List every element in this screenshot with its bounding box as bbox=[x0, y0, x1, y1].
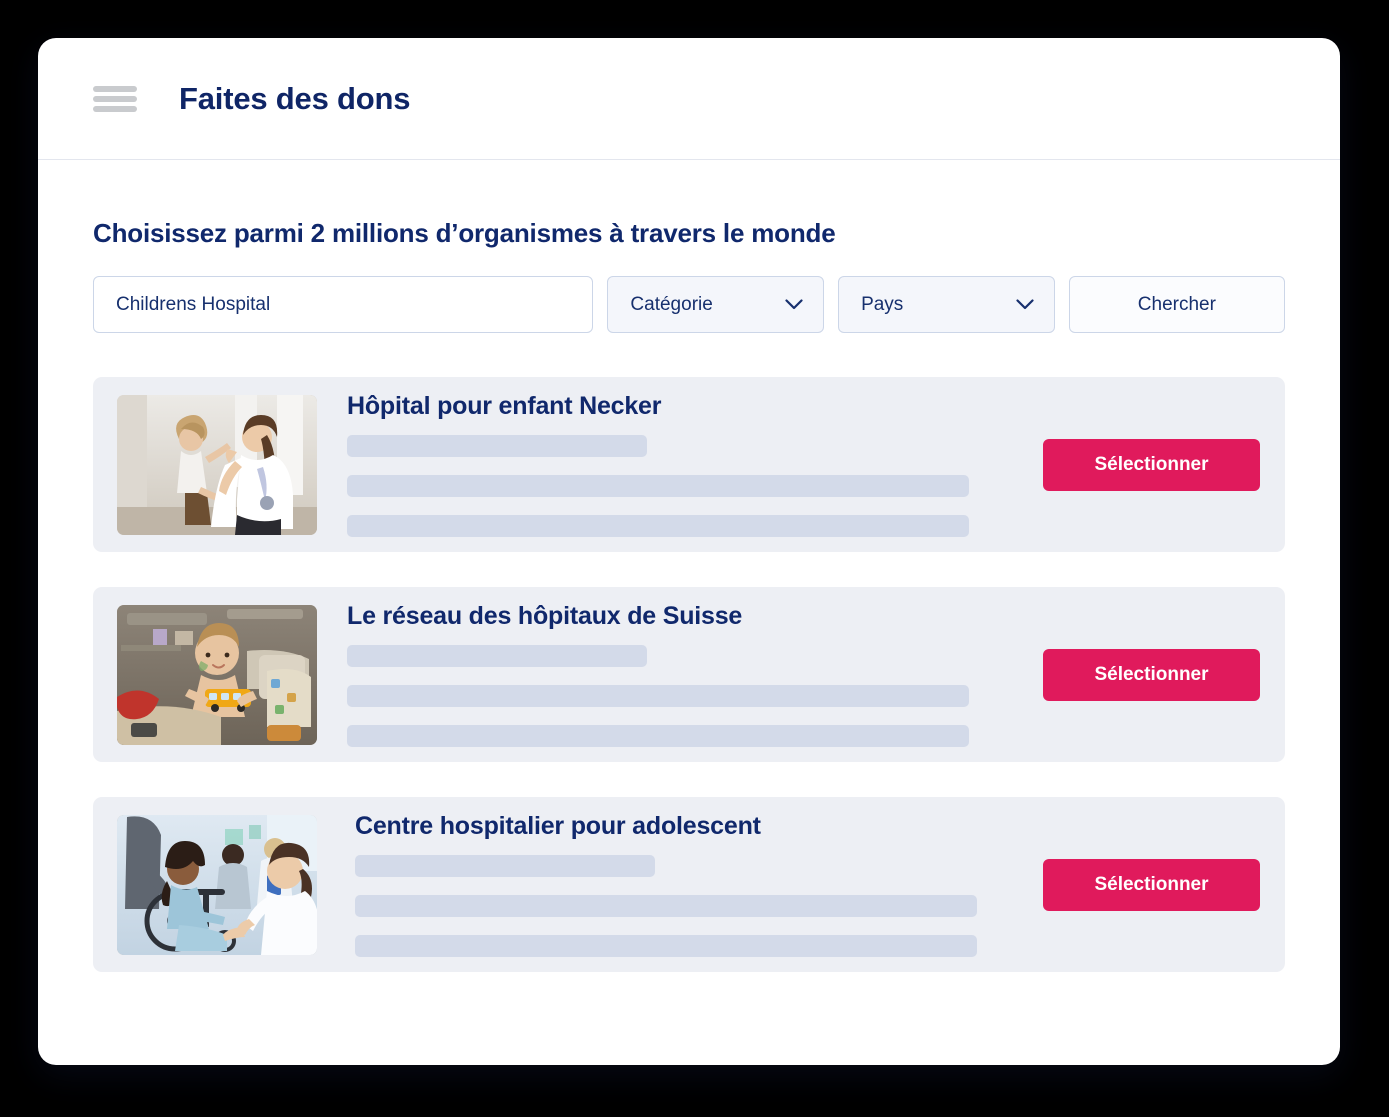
organization-name: Centre hospitalier pour adolescent bbox=[355, 812, 761, 840]
organization-thumbnail bbox=[117, 394, 317, 535]
select-button[interactable]: Sélectionner bbox=[1043, 438, 1260, 491]
chevron-down-icon bbox=[785, 299, 803, 310]
page-content: Choisissez parmi 2 millions d’organismes… bbox=[38, 160, 1340, 1004]
result-card[interactable]: Le réseau des hôpitaux de Suisse Sélecti… bbox=[93, 587, 1285, 762]
placeholder-bar bbox=[347, 475, 969, 497]
search-filter-row: Catégorie Pays Chercher bbox=[93, 276, 1286, 333]
country-dropdown[interactable]: Pays bbox=[838, 276, 1055, 333]
result-card[interactable]: Hôpital pour enfant Necker Sélectionner bbox=[93, 377, 1285, 552]
result-details: Le réseau des hôpitaux de Suisse bbox=[347, 602, 1043, 747]
placeholder-bar bbox=[355, 935, 977, 957]
placeholder-bar bbox=[347, 725, 969, 747]
app-window: Faites des dons Choisissez parmi 2 milli… bbox=[38, 38, 1340, 1065]
organization-name: Le réseau des hôpitaux de Suisse bbox=[347, 602, 743, 630]
hamburger-bar bbox=[93, 85, 137, 92]
category-dropdown-label: Catégorie bbox=[630, 293, 713, 315]
organization-thumbnail bbox=[117, 604, 317, 745]
organization-name: Hôpital pour enfant Necker bbox=[347, 392, 662, 420]
select-button[interactable]: Sélectionner bbox=[1043, 858, 1260, 911]
placeholder-bar bbox=[347, 645, 647, 667]
placeholder-bar bbox=[355, 895, 977, 917]
hamburger-bar bbox=[93, 105, 137, 112]
search-submit-button[interactable]: Chercher bbox=[1068, 276, 1286, 333]
placeholder-bar bbox=[347, 515, 969, 537]
section-heading: Choisissez parmi 2 millions d’organismes… bbox=[93, 218, 836, 248]
select-button[interactable]: Sélectionner bbox=[1043, 648, 1260, 701]
category-dropdown[interactable]: Catégorie bbox=[607, 276, 825, 333]
country-dropdown-label: Pays bbox=[861, 293, 904, 315]
result-details: Centre hospitalier pour adolescent bbox=[355, 812, 1043, 957]
results-list: Hôpital pour enfant Necker Sélectionner bbox=[93, 377, 1285, 1004]
app-header: Faites des dons bbox=[38, 38, 1340, 160]
hamburger-bar bbox=[93, 95, 137, 102]
placeholder-bar bbox=[347, 685, 969, 707]
chevron-down-icon bbox=[1016, 299, 1034, 310]
result-card[interactable]: Centre hospitalier pour adolescent Sélec… bbox=[93, 797, 1285, 972]
organization-thumbnail bbox=[117, 814, 317, 955]
result-details: Hôpital pour enfant Necker bbox=[347, 392, 1043, 537]
search-input[interactable] bbox=[93, 276, 594, 333]
placeholder-bar bbox=[355, 855, 655, 877]
hamburger-menu-icon[interactable] bbox=[93, 82, 137, 116]
placeholder-bar bbox=[347, 435, 647, 457]
page-title: Faites des dons bbox=[179, 80, 411, 116]
